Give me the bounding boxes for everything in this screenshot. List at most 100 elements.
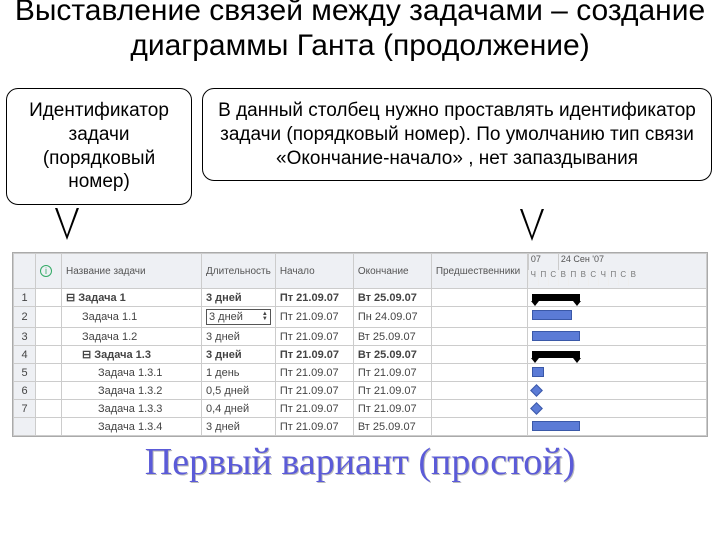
col-header-name[interactable]: Название задачи [62,254,202,289]
task-name: Задача 1.3.2 [98,385,162,397]
gantt-cell[interactable] [527,307,706,328]
row-index[interactable]: 5 [14,364,36,382]
duration-cell[interactable]: 1 день [202,364,276,382]
duration-cell[interactable]: 3 дней [202,346,276,364]
callout-pred: В данный столбец нужно проставлять идент… [202,88,712,181]
start-cell[interactable]: Пт 21.09.07 [275,400,353,418]
table-row[interactable]: Задача 1.3.4 3 днейПт 21.09.07Вт 25.09.07 [14,418,707,436]
row-index[interactable]: 4 [14,346,36,364]
predecessor-cell[interactable] [431,382,527,400]
table-row[interactable]: 5Задача 1.3.11 деньПт 21.09.07Пт 21.09.0… [14,364,707,382]
predecessor-cell[interactable] [431,307,527,328]
col-header-end[interactable]: Окончание [353,254,431,289]
collapse-icon[interactable]: ⊟ [82,349,94,361]
summary-bar[interactable] [532,294,580,301]
milestone-icon[interactable] [530,384,543,397]
start-cell[interactable]: Пт 21.09.07 [275,307,353,328]
duration-cell[interactable]: 3 дней▲▼ [202,307,276,328]
table-row[interactable]: 6Задача 1.3.20,5 днейПт 21.09.07Пт 21.09… [14,382,707,400]
table-row[interactable]: 1 ⊟ Задача 13 днейПт 21.09.07Вт 25.09.07 [14,289,707,307]
callout-id: Идентификатор задачи (порядковый номер) [6,88,192,205]
row-info [36,307,62,328]
predecessor-cell[interactable] [431,418,527,436]
end-cell[interactable]: Вт 25.09.07 [353,418,431,436]
task-name-cell[interactable]: Задача 1.1 [62,307,202,328]
callout-id-tail-fill [57,207,77,235]
gantt-week-2: 24 Сен '07 [558,254,706,270]
row-index[interactable]: 1 [14,289,36,307]
end-cell[interactable]: Пт 21.09.07 [353,382,431,400]
duration-cell[interactable]: 3 дней [202,328,276,346]
end-cell[interactable]: Вт 25.09.07 [353,328,431,346]
task-name-cell[interactable]: Задача 1.3.2 [62,382,202,400]
end-cell[interactable]: Пт 21.09.07 [353,400,431,418]
row-index[interactable]: 2 [14,307,36,328]
start-cell[interactable]: Пт 21.09.07 [275,328,353,346]
start-cell[interactable]: Пт 21.09.07 [275,418,353,436]
duration-cell[interactable]: 0,5 дней [202,382,276,400]
predecessor-cell[interactable] [431,346,527,364]
duration-input[interactable]: 3 дней▲▼ [206,309,271,325]
col-header-duration[interactable]: Длительность [202,254,276,289]
start-cell[interactable]: Пт 21.09.07 [275,289,353,307]
row-index[interactable]: 3 [14,328,36,346]
table-row[interactable]: 3 Задача 1.23 днейПт 21.09.07Вт 25.09.07 [14,328,707,346]
task-name: Задача 1.3.4 [98,421,162,433]
predecessor-cell[interactable] [431,289,527,307]
table-row[interactable]: 2 Задача 1.1 3 дней▲▼Пт 21.09.07Пн 24.09.0… [14,307,707,328]
col-header-gantt: 07 24 Сен '07 ЧПСВПВСЧПСВ [527,254,706,289]
duration-cell[interactable]: 3 дней [202,418,276,436]
start-cell[interactable]: Пт 21.09.07 [275,382,353,400]
col-header-index[interactable] [14,254,36,289]
collapse-icon[interactable]: ⊟ [66,292,78,304]
gantt-cell[interactable] [527,382,706,400]
summary-bar[interactable] [532,351,580,358]
row-info [36,289,62,307]
col-header-info[interactable]: i [36,254,62,289]
task-bar[interactable] [532,331,580,341]
task-bar[interactable] [532,367,544,377]
task-bar[interactable] [532,310,572,320]
gantt-cell[interactable] [527,328,706,346]
task-name: Задача 1.1 [82,311,137,323]
row-index[interactable]: 6 [14,382,36,400]
row-index[interactable] [14,418,36,436]
end-cell[interactable]: Пн 24.09.07 [353,307,431,328]
gantt-cell[interactable] [527,364,706,382]
row-index[interactable]: 7 [14,400,36,418]
task-bar[interactable] [532,421,580,431]
predecessor-cell[interactable] [431,400,527,418]
table-row[interactable]: 4⊟ Задача 1.33 днейПт 21.09.07Вт 25.09.0… [14,346,707,364]
task-name-cell[interactable]: Задача 1.3.3 [62,400,202,418]
task-name-cell[interactable]: ⊟ Задача 1 [62,289,202,307]
duration-cell[interactable]: 3 дней [202,289,276,307]
gantt-cell[interactable] [527,418,706,436]
end-cell[interactable]: Вт 25.09.07 [353,346,431,364]
task-name-cell[interactable]: ⊟ Задача 1.3 [62,346,202,364]
row-info [36,382,62,400]
col-header-start[interactable]: Начало [275,254,353,289]
gantt-cell[interactable] [527,289,706,307]
task-name-cell[interactable]: Задача 1.2 [62,328,202,346]
predecessor-cell[interactable] [431,328,527,346]
start-cell[interactable]: Пт 21.09.07 [275,346,353,364]
duration-cell[interactable]: 0,4 дней [202,400,276,418]
col-header-predecessors[interactable]: Предшественники [431,254,527,289]
gantt-day-row: ЧПСВПВСЧПСВ [528,270,706,286]
task-name-cell[interactable]: Задача 1.3.4 [62,418,202,436]
gantt-cell[interactable] [527,346,706,364]
row-info [36,328,62,346]
table-row[interactable]: 7Задача 1.3.30,4 днейПт 21.09.07Пт 21.09… [14,400,707,418]
callout-pred-tail-fill [522,208,542,236]
task-name: Задача 1.3.1 [98,367,162,379]
duration-spinner[interactable]: ▲▼ [262,312,268,322]
predecessor-cell[interactable] [431,364,527,382]
gantt-cell[interactable] [527,400,706,418]
end-cell[interactable]: Вт 25.09.07 [353,289,431,307]
task-name-cell[interactable]: Задача 1.3.1 [62,364,202,382]
milestone-icon[interactable] [530,402,543,415]
task-name: Задача 1.3 [94,349,151,361]
end-cell[interactable]: Пт 21.09.07 [353,364,431,382]
start-cell[interactable]: Пт 21.09.07 [275,364,353,382]
msproject-grid: i Название задачи Длительность Начало Ок… [12,252,708,437]
